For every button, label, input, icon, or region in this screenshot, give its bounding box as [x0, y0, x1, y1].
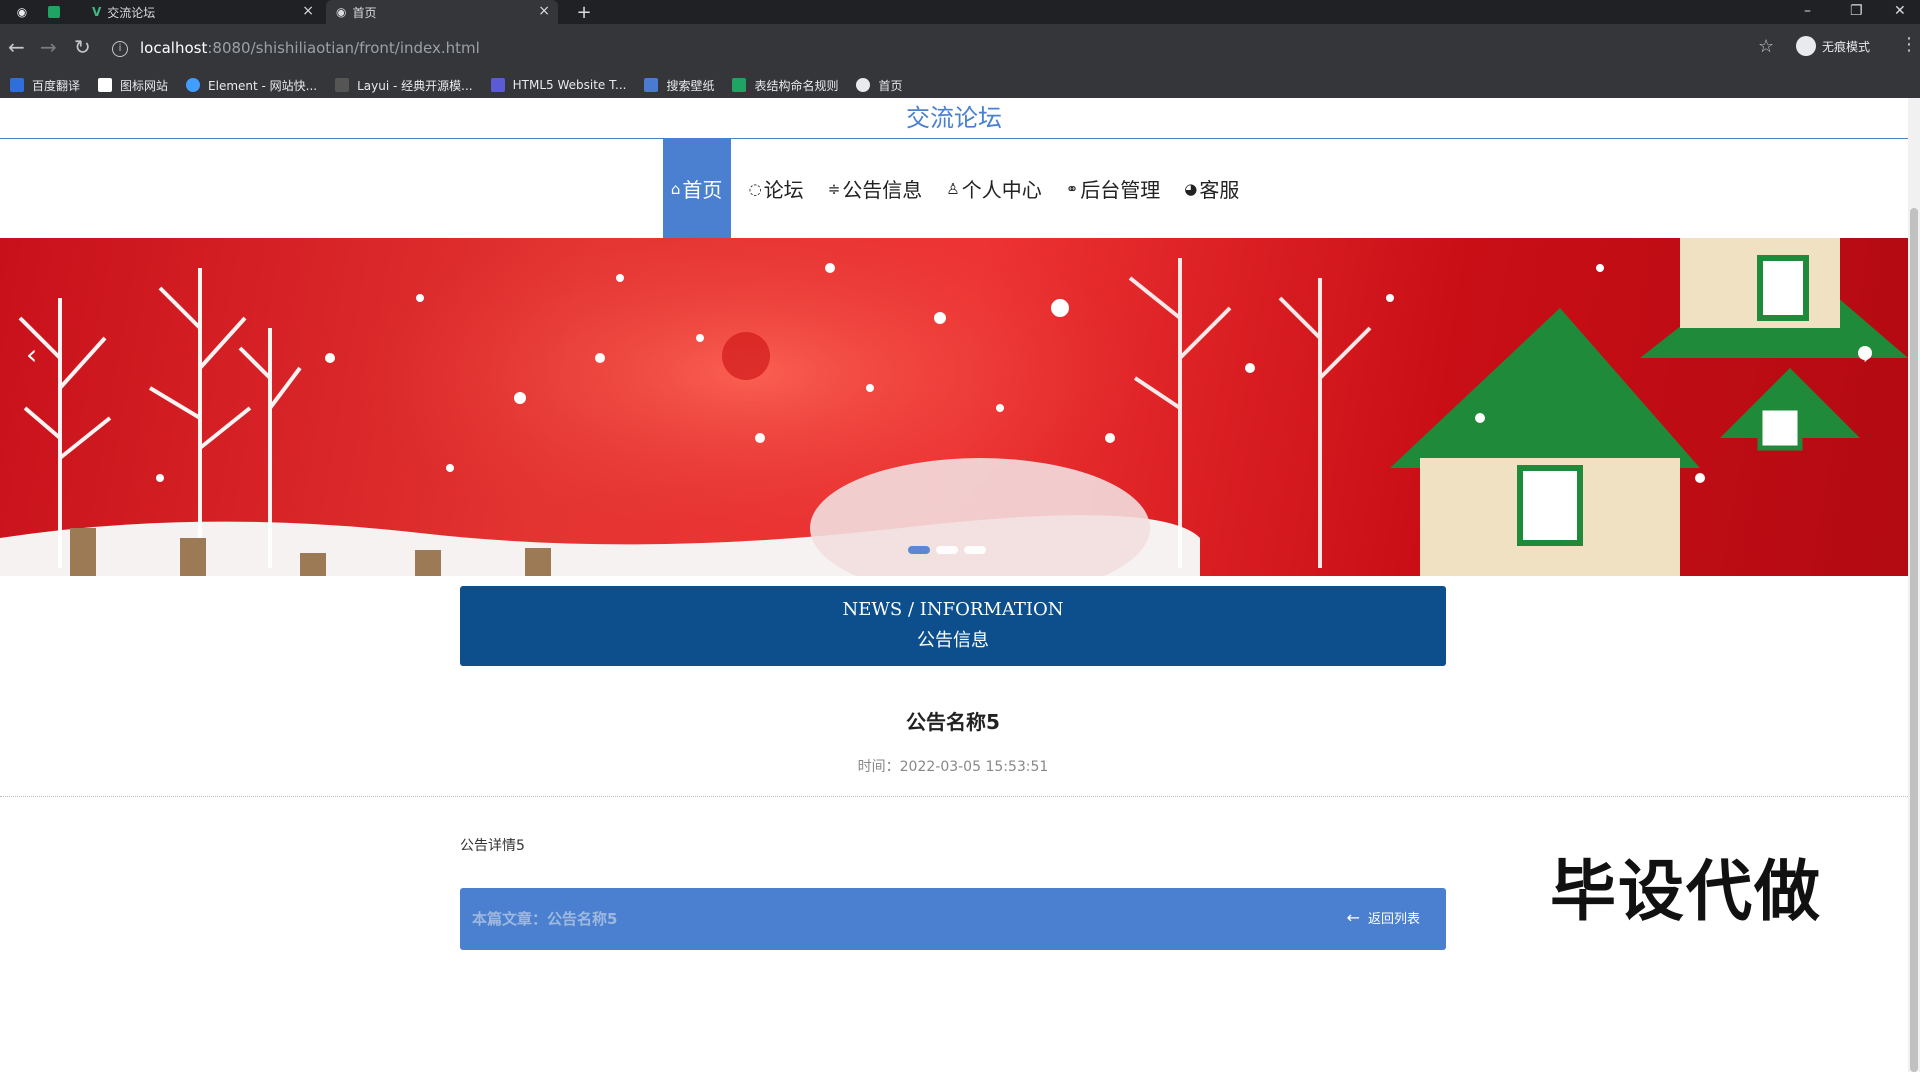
element-icon	[186, 78, 201, 92]
nav-forum[interactable]: ◌ 论坛	[743, 139, 810, 238]
vue-icon: V	[92, 5, 102, 19]
info-icon[interactable]: i	[112, 40, 128, 57]
forward-icon[interactable]: →	[40, 36, 57, 58]
nav-label: 公告信息	[842, 178, 923, 202]
scrollbar-thumb[interactable]	[1910, 208, 1918, 1072]
nav-label: 论坛	[763, 178, 804, 202]
sheet-icon	[48, 6, 60, 18]
nav-label: 个人中心	[961, 178, 1042, 202]
carousel-dot[interactable]	[964, 546, 986, 554]
news-header-cn: 公告信息	[917, 630, 989, 651]
translate-icon	[10, 78, 24, 92]
bookmark-item[interactable]: 首页	[856, 77, 903, 94]
user-icon: ♙	[946, 179, 960, 198]
tab-pinned-2[interactable]	[40, 0, 68, 24]
html5-icon	[490, 78, 505, 92]
back-label: 返回列表	[1367, 912, 1420, 927]
nav-label: 后台管理	[1080, 178, 1161, 202]
incognito-indicator[interactable]: 无痕模式	[1796, 36, 1870, 56]
bookmark-label: 图标网站	[120, 78, 169, 93]
support-icon: ◕	[1184, 179, 1198, 198]
back-to-list-button[interactable]: ← 返回列表	[1347, 908, 1420, 927]
watermark-text: 毕设代做	[1550, 853, 1822, 930]
close-window-icon[interactable]: ✕	[1894, 0, 1906, 22]
globe-icon: ◉	[336, 5, 347, 19]
sheet-icon	[732, 78, 747, 92]
article-time: 时间：2022-03-05 15:53:51	[857, 759, 1049, 775]
banner-image	[0, 238, 1908, 576]
article-title: 公告名称5	[906, 710, 1000, 734]
current-article-label: 本篇文章：公告名称5	[472, 910, 618, 928]
bookmark-label: Layui - 经典开源模...	[357, 78, 473, 93]
bookmark-label: HTML5 Website T...	[512, 78, 627, 92]
tab-home[interactable]: ◉ 首页 ×	[326, 0, 558, 24]
bookmark-label: 搜索壁纸	[666, 78, 715, 93]
wallpaper-icon	[644, 78, 659, 92]
arrow-left-icon: ←	[1346, 908, 1360, 927]
nav-label: 客服	[1199, 178, 1240, 202]
nav-label: 首页	[682, 178, 723, 202]
carousel-indicators	[908, 546, 992, 554]
restore-icon[interactable]: ❐	[1850, 0, 1863, 22]
bookmark-label: 表结构命名规则	[754, 78, 839, 93]
menu-icon[interactable]: ⋮	[1900, 34, 1918, 55]
back-icon[interactable]: ←	[8, 36, 25, 58]
star-icon[interactable]: ☆	[1758, 36, 1774, 57]
notice-icon: ≑	[827, 179, 841, 198]
carousel-prev-icon[interactable]: ‹	[26, 338, 37, 371]
url-field[interactable]: i localhost:8080/shishiliaotian/front/ind…	[112, 35, 1752, 61]
close-icon[interactable]: ×	[538, 3, 550, 19]
nav-support[interactable]: ◕ 客服	[1178, 139, 1245, 238]
bookmark-label: 百度翻译	[32, 78, 81, 93]
news-header-en: NEWS / INFORMATION	[842, 599, 1064, 620]
address-bar: ← → ↻ i localhost:8080/shishiliaotian/fro…	[0, 24, 1920, 72]
minimize-icon[interactable]: –	[1804, 0, 1811, 22]
bookmark-item[interactable]: Layui - 经典开源模...	[335, 77, 473, 94]
incognito-label: 无痕模式	[1822, 39, 1871, 54]
bookmark-item[interactable]: 表结构命名规则	[732, 77, 838, 94]
close-icon[interactable]: ×	[302, 3, 314, 19]
banner-carousel[interactable]: ‹ ›	[0, 238, 1908, 576]
bookmark-item[interactable]: 百度翻译	[10, 77, 80, 94]
article-content: 公告详情5	[460, 838, 525, 854]
incognito-icon	[1796, 36, 1816, 56]
site-title: 交流论坛	[0, 98, 1908, 139]
globe-icon: ◉	[16, 5, 28, 19]
bookmark-item[interactable]: 搜索壁纸	[644, 77, 714, 94]
reload-icon[interactable]: ↻	[74, 36, 91, 58]
bookmark-label: 首页	[878, 78, 903, 93]
url-path: :8080/shishiliaotian/front/index.html	[207, 39, 480, 57]
forum-icon: ◌	[748, 179, 762, 198]
carousel-next-icon[interactable]: ›	[1862, 338, 1873, 371]
page-scrollbar[interactable]	[1908, 98, 1920, 1072]
url-host: localhost	[140, 39, 208, 57]
main-nav: ⌂ 首页 ◌ 论坛 ≑ 公告信息 ♙ 个人中心 ⚭ 后台管理 ◕ 客服	[0, 139, 1908, 238]
flag-icon	[98, 78, 113, 92]
tab-title: 交流论坛	[107, 5, 156, 20]
link-icon: ⚭	[1065, 179, 1079, 198]
tab-pinned-1[interactable]: ◉	[8, 0, 36, 24]
carousel-dot[interactable]	[908, 546, 930, 554]
nav-home[interactable]: ⌂ 首页	[662, 139, 731, 238]
browser-tab-bar: ◉ V 交流论坛 × ◉ 首页 × + – ❐ ✕	[0, 0, 1920, 24]
carousel-dot[interactable]	[936, 546, 958, 554]
new-tab-button[interactable]: +	[572, 0, 596, 24]
nav-notices[interactable]: ≑ 公告信息	[822, 139, 929, 238]
bookmark-label: Element - 网站快...	[208, 78, 318, 93]
bookmark-item[interactable]: HTML5 Website T...	[490, 78, 627, 92]
article-footer-bar: 本篇文章：公告名称5 ← 返回列表	[460, 888, 1446, 950]
bookmarks-bar: 百度翻译 图标网站 Element - 网站快... Layui - 经典开源模…	[0, 72, 1920, 98]
tab-title: 首页	[352, 5, 377, 20]
home-icon: ⌂	[670, 179, 681, 198]
nav-admin[interactable]: ⚭ 后台管理	[1060, 139, 1167, 238]
globe-icon	[856, 78, 871, 92]
news-header: NEWS / INFORMATION 公告信息	[460, 586, 1446, 666]
divider	[0, 796, 1908, 797]
bookmark-item[interactable]: Element - 网站快...	[186, 77, 317, 94]
nav-profile[interactable]: ♙ 个人中心	[940, 139, 1047, 238]
tab-forum[interactable]: V 交流论坛 ×	[72, 0, 322, 24]
bookmark-item[interactable]: 图标网站	[98, 77, 168, 94]
layui-icon	[335, 78, 350, 92]
